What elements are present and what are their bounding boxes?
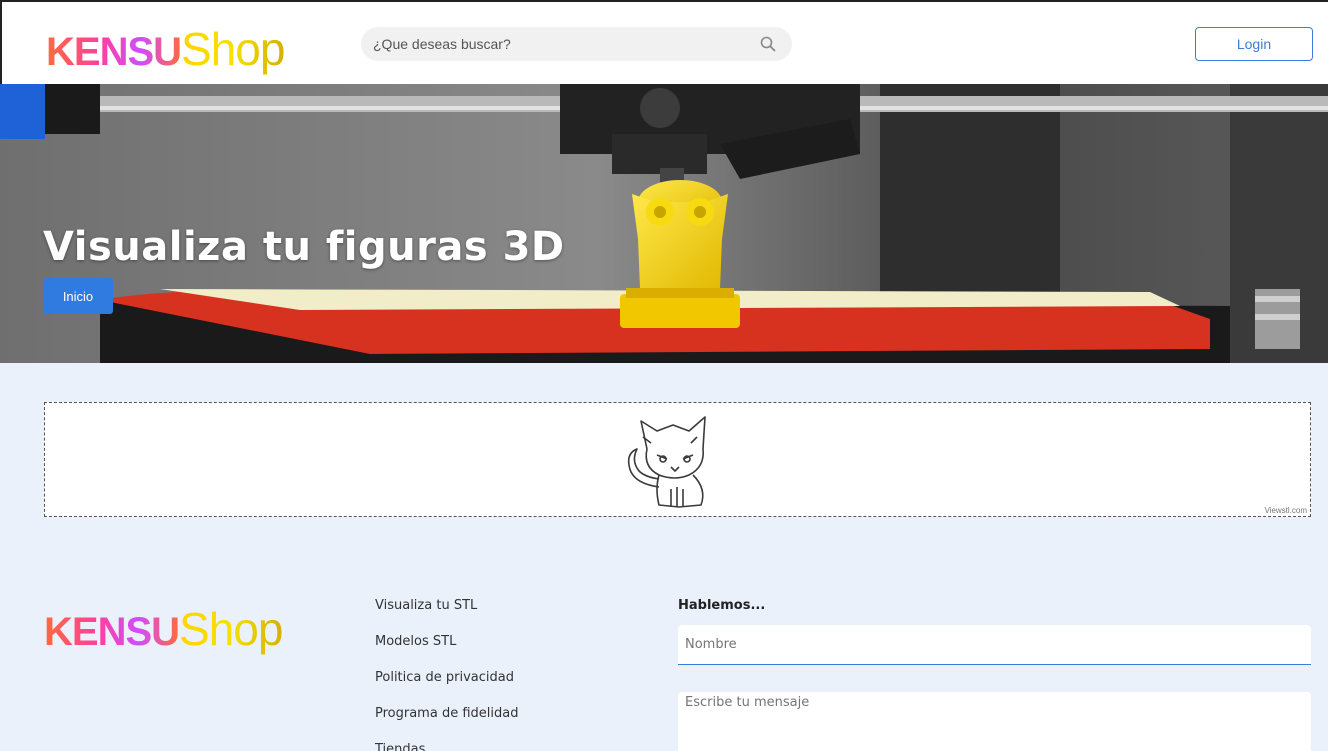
- logo-text-kensu: KENSU: [46, 30, 182, 74]
- stl-viewer[interactable]: Viewstl.com: [44, 402, 1311, 517]
- footer-logo-text-shop: Shop: [179, 603, 283, 655]
- footer-logo-text-kensu: KENSU: [44, 610, 180, 654]
- brand-logo[interactable]: KENSU Shop: [46, 22, 285, 76]
- footer-link-privacidad[interactable]: Politica de privacidad: [375, 669, 518, 705]
- search-icon[interactable]: [760, 36, 776, 52]
- search-bar: [361, 27, 792, 61]
- footer-link-tiendas[interactable]: Tiendas: [375, 741, 518, 751]
- name-field[interactable]: [678, 625, 1311, 665]
- footer-link-modelos[interactable]: Modelos STL: [375, 633, 518, 669]
- hero-banner: Visualiza tu figuras 3D Inicio: [0, 84, 1328, 363]
- top-header: KENSUShop Login: [0, 0, 1328, 84]
- footer-link-fidelidad[interactable]: Programa de fidelidad: [375, 705, 518, 741]
- login-button[interactable]: Login: [1195, 27, 1313, 61]
- site-footer: KENSU Shop Visualiza tu STL Modelos STL P…: [0, 560, 1328, 751]
- fox-model-icon: [627, 416, 706, 508]
- footer-links: Visualiza tu STL Modelos STL Politica de…: [375, 597, 518, 751]
- contact-form-title: Hablemos...: [678, 598, 766, 613]
- viewer-credit[interactable]: Viewstl.com: [1264, 506, 1307, 515]
- logo-text-shop: Shop: [181, 23, 285, 75]
- footer-logo[interactable]: KENSU Shop: [44, 602, 283, 656]
- hero-start-button[interactable]: Inicio: [43, 278, 113, 314]
- message-field[interactable]: [678, 692, 1311, 751]
- search-input[interactable]: [361, 36, 741, 52]
- footer-link-visualiza[interactable]: Visualiza tu STL: [375, 597, 518, 633]
- hero-title: Visualiza tu figuras 3D: [43, 224, 565, 270]
